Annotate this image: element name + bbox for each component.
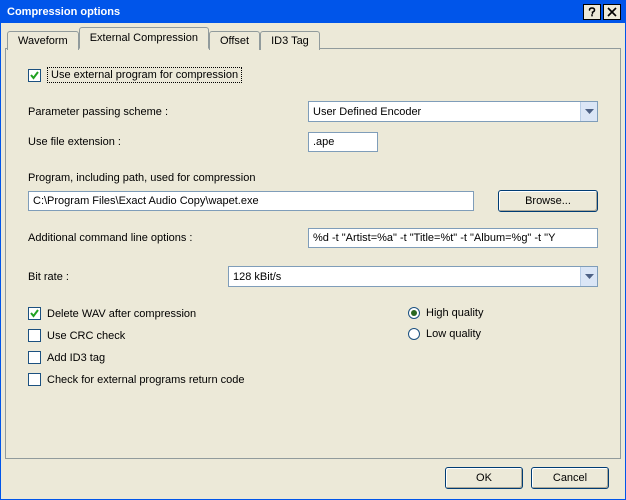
window-title: Compression options bbox=[7, 6, 583, 18]
delete-wav-label: Delete WAV after compression bbox=[47, 308, 196, 320]
program-label: Program, including path, used for compre… bbox=[28, 172, 598, 184]
return-code-row: Check for external programs return code bbox=[28, 373, 408, 386]
bitrate-label: Bit rate : bbox=[28, 271, 228, 283]
dialog-window: Compression options Waveform External Co… bbox=[0, 0, 626, 500]
delete-wav-row: Delete WAV after compression bbox=[28, 307, 408, 320]
use-crc-label: Use CRC check bbox=[47, 330, 125, 342]
chevron-down-icon bbox=[580, 102, 597, 121]
dialog-buttons: OK Cancel bbox=[445, 467, 609, 489]
add-id3-label: Add ID3 tag bbox=[47, 352, 105, 364]
tab-panel: Use external program for compression Par… bbox=[5, 48, 621, 459]
return-code-label: Check for external programs return code bbox=[47, 374, 244, 386]
cmd-options-input[interactable] bbox=[308, 228, 598, 248]
tab-offset[interactable]: Offset bbox=[209, 31, 260, 50]
high-quality-label: High quality bbox=[426, 307, 483, 319]
add-id3-row: Add ID3 tag bbox=[28, 351, 408, 364]
low-quality-radio[interactable] bbox=[408, 328, 420, 340]
tab-external-compression[interactable]: External Compression bbox=[79, 27, 209, 49]
program-path-input[interactable] bbox=[28, 191, 474, 211]
checkmark-icon bbox=[29, 308, 40, 319]
add-id3-checkbox[interactable] bbox=[28, 351, 41, 364]
param-scheme-dropdown[interactable]: User Defined Encoder bbox=[308, 101, 598, 122]
browse-button[interactable]: Browse... bbox=[498, 190, 598, 212]
tabstrip: Waveform External Compression Offset ID3… bbox=[5, 27, 621, 49]
checkmark-icon bbox=[29, 70, 40, 81]
chevron-down-icon bbox=[580, 267, 597, 286]
param-scheme-label: Parameter passing scheme : bbox=[28, 106, 308, 118]
tab-waveform[interactable]: Waveform bbox=[7, 31, 79, 50]
ok-button[interactable]: OK bbox=[445, 467, 523, 489]
cmd-options-label: Additional command line options : bbox=[28, 232, 308, 244]
high-quality-radio[interactable] bbox=[408, 307, 420, 319]
radio-dot-icon bbox=[411, 310, 417, 316]
use-crc-row: Use CRC check bbox=[28, 329, 408, 342]
low-quality-label: Low quality bbox=[426, 328, 481, 340]
delete-wav-checkbox[interactable] bbox=[28, 307, 41, 320]
use-external-checkbox[interactable] bbox=[28, 69, 41, 82]
high-quality-row: High quality bbox=[408, 307, 483, 319]
bitrate-dropdown[interactable]: 128 kBit/s bbox=[228, 266, 598, 287]
cancel-button[interactable]: Cancel bbox=[531, 467, 609, 489]
param-scheme-value: User Defined Encoder bbox=[309, 106, 580, 118]
window-buttons bbox=[583, 4, 621, 20]
client-area: Waveform External Compression Offset ID3… bbox=[5, 27, 621, 495]
tab-id3[interactable]: ID3 Tag bbox=[260, 31, 320, 50]
close-icon bbox=[607, 7, 617, 17]
use-ext-label: Use file extension : bbox=[28, 136, 308, 148]
file-extension-input[interactable] bbox=[308, 132, 378, 152]
use-external-label: Use external program for compression bbox=[47, 67, 242, 83]
close-button[interactable] bbox=[603, 4, 621, 20]
bitrate-value: 128 kBit/s bbox=[229, 271, 580, 283]
title-bar: Compression options bbox=[1, 1, 625, 23]
use-crc-checkbox[interactable] bbox=[28, 329, 41, 342]
help-button[interactable] bbox=[583, 4, 601, 20]
help-icon bbox=[587, 7, 597, 17]
return-code-checkbox[interactable] bbox=[28, 373, 41, 386]
use-external-row: Use external program for compression bbox=[28, 67, 598, 83]
low-quality-row: Low quality bbox=[408, 328, 483, 340]
